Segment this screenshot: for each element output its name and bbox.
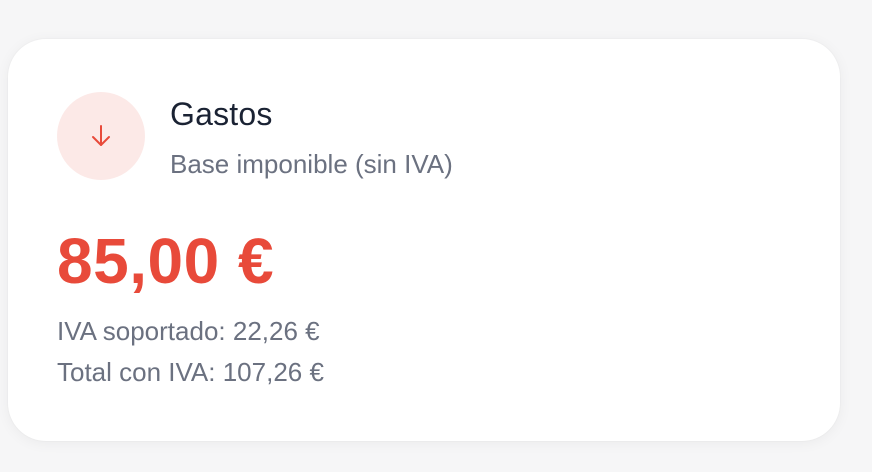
vat-amount: IVA soportado: 22,26 € <box>57 316 320 346</box>
expense-amount: 85,00 € <box>57 225 275 297</box>
total-with-vat: Total con IVA: 107,26 € <box>57 357 324 387</box>
arrow-down-icon <box>92 125 110 146</box>
card-subtitle: Base imponible (sin IVA) <box>170 149 453 179</box>
expenses-card: Gastos Base imponible (sin IVA) 85,00 € … <box>8 39 840 441</box>
expense-icon-badge <box>57 92 145 180</box>
card-title: Gastos <box>170 96 273 132</box>
